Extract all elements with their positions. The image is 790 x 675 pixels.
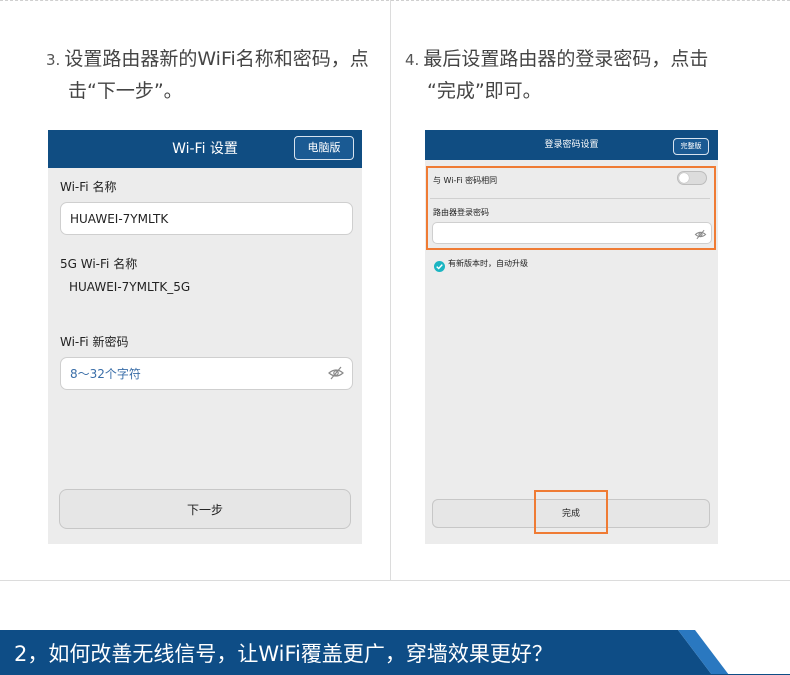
next-step-button[interactable]: 下一步 bbox=[59, 489, 351, 529]
banner-text: 2，如何改善无线信号，让WiFi覆盖更广，穿墙效果更好？ bbox=[14, 642, 553, 666]
desktop-version-button[interactable]: 电脑版 bbox=[294, 136, 354, 160]
wifi-name-label: Wi-Fi 名称 bbox=[60, 180, 117, 194]
auto-upgrade-label: 有新版本时，自动升级 bbox=[448, 259, 528, 268]
wifi-password-input[interactable]: 8～32个字符 bbox=[60, 357, 353, 390]
wifi-settings-title: Wi-Fi 设置 bbox=[172, 141, 238, 157]
step3-number: 3. bbox=[46, 51, 61, 69]
step4-caption: 4. 最后设置路由器的登录密码，点击 “完成”即可。 bbox=[405, 44, 785, 107]
next-step-label: 下一步 bbox=[186, 502, 223, 517]
column-divider bbox=[390, 0, 391, 580]
section-divider bbox=[0, 580, 790, 581]
section-banner: 2，如何改善无线信号，让WiFi覆盖更广，穿墙效果更好？ bbox=[0, 630, 790, 675]
step3-line1: 设置路由器新的WiFi名称和密码，点 bbox=[64, 48, 369, 70]
check-circle-icon[interactable] bbox=[434, 257, 445, 272]
step4-line2: “完成”即可。 bbox=[427, 80, 542, 102]
step4-line1: 最后设置路由器的登录密码，点击 bbox=[423, 48, 709, 70]
step3-phone-screen: Wi-Fi 设置 电脑版 Wi-Fi 名称 HUAWEI-7YMLTK 5G W… bbox=[48, 130, 362, 544]
login-password-title: 登录密码设置 bbox=[544, 140, 599, 150]
full-version-button[interactable]: 完整版 bbox=[673, 138, 709, 155]
orange-highlight-box bbox=[426, 166, 716, 250]
eye-hidden-icon[interactable] bbox=[327, 364, 345, 382]
wifi-password-placeholder: 8～32个字符 bbox=[70, 367, 141, 381]
wifi-password-label: Wi-Fi 新密码 bbox=[60, 335, 129, 349]
wifi-name-input[interactable]: HUAWEI-7YMLTK bbox=[60, 202, 353, 235]
done-button-highlight[interactable]: 完成 bbox=[534, 490, 608, 534]
step4-phone-screen: 登录密码设置 完整版 与 Wi-Fi 密码相同 路由器登录密码 有新版本时，自动… bbox=[425, 130, 718, 544]
wifi-name-value: HUAWEI-7YMLTK bbox=[70, 211, 169, 226]
wifi5g-name-label: 5G Wi-Fi 名称 bbox=[60, 257, 138, 271]
step3-caption: 3. 设置路由器新的WiFi名称和密码，点 击“下一步”。 bbox=[46, 44, 386, 107]
top-dashed-divider bbox=[0, 0, 790, 1]
done-button-label: 完成 bbox=[561, 508, 580, 519]
wifi5g-name-value: HUAWEI-7YMLTK_5G bbox=[69, 280, 191, 294]
step4-number: 4. bbox=[405, 51, 420, 69]
step3-line2: 击“下一步”。 bbox=[68, 80, 183, 102]
